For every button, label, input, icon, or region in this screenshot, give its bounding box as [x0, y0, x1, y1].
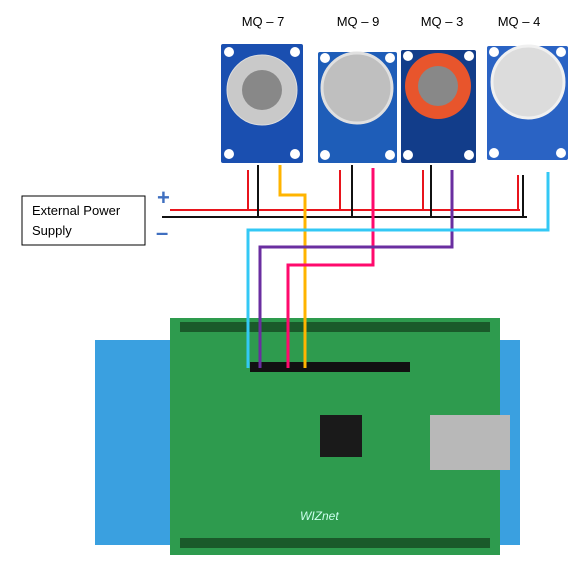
sensor-mq9 — [318, 51, 397, 163]
wiznet-shield: WIZnet — [170, 318, 510, 555]
label-mq3: MQ – 3 — [421, 14, 464, 29]
plus-icon: + — [157, 185, 170, 210]
svg-text:WIZnet: WIZnet — [300, 509, 339, 523]
sensor-mq7 — [221, 44, 303, 163]
minus-icon: – — [156, 220, 168, 245]
wiring-diagram: MQ – 7 MQ – 9 MQ – 3 MQ – 4 External Pow… — [21, 14, 568, 555]
ethernet-jack — [430, 415, 510, 470]
svg-text:External Power: External Power — [32, 203, 121, 218]
label-mq9: MQ – 9 — [337, 14, 380, 29]
sensor-mq4 — [487, 44, 568, 160]
label-mq7: MQ – 7 — [242, 14, 285, 29]
svg-text:Supply: Supply — [32, 223, 72, 238]
sensor-mq3 — [401, 50, 476, 163]
external-power-supply: External Power Supply — [21, 195, 146, 246]
label-mq4: MQ – 4 — [498, 14, 541, 29]
